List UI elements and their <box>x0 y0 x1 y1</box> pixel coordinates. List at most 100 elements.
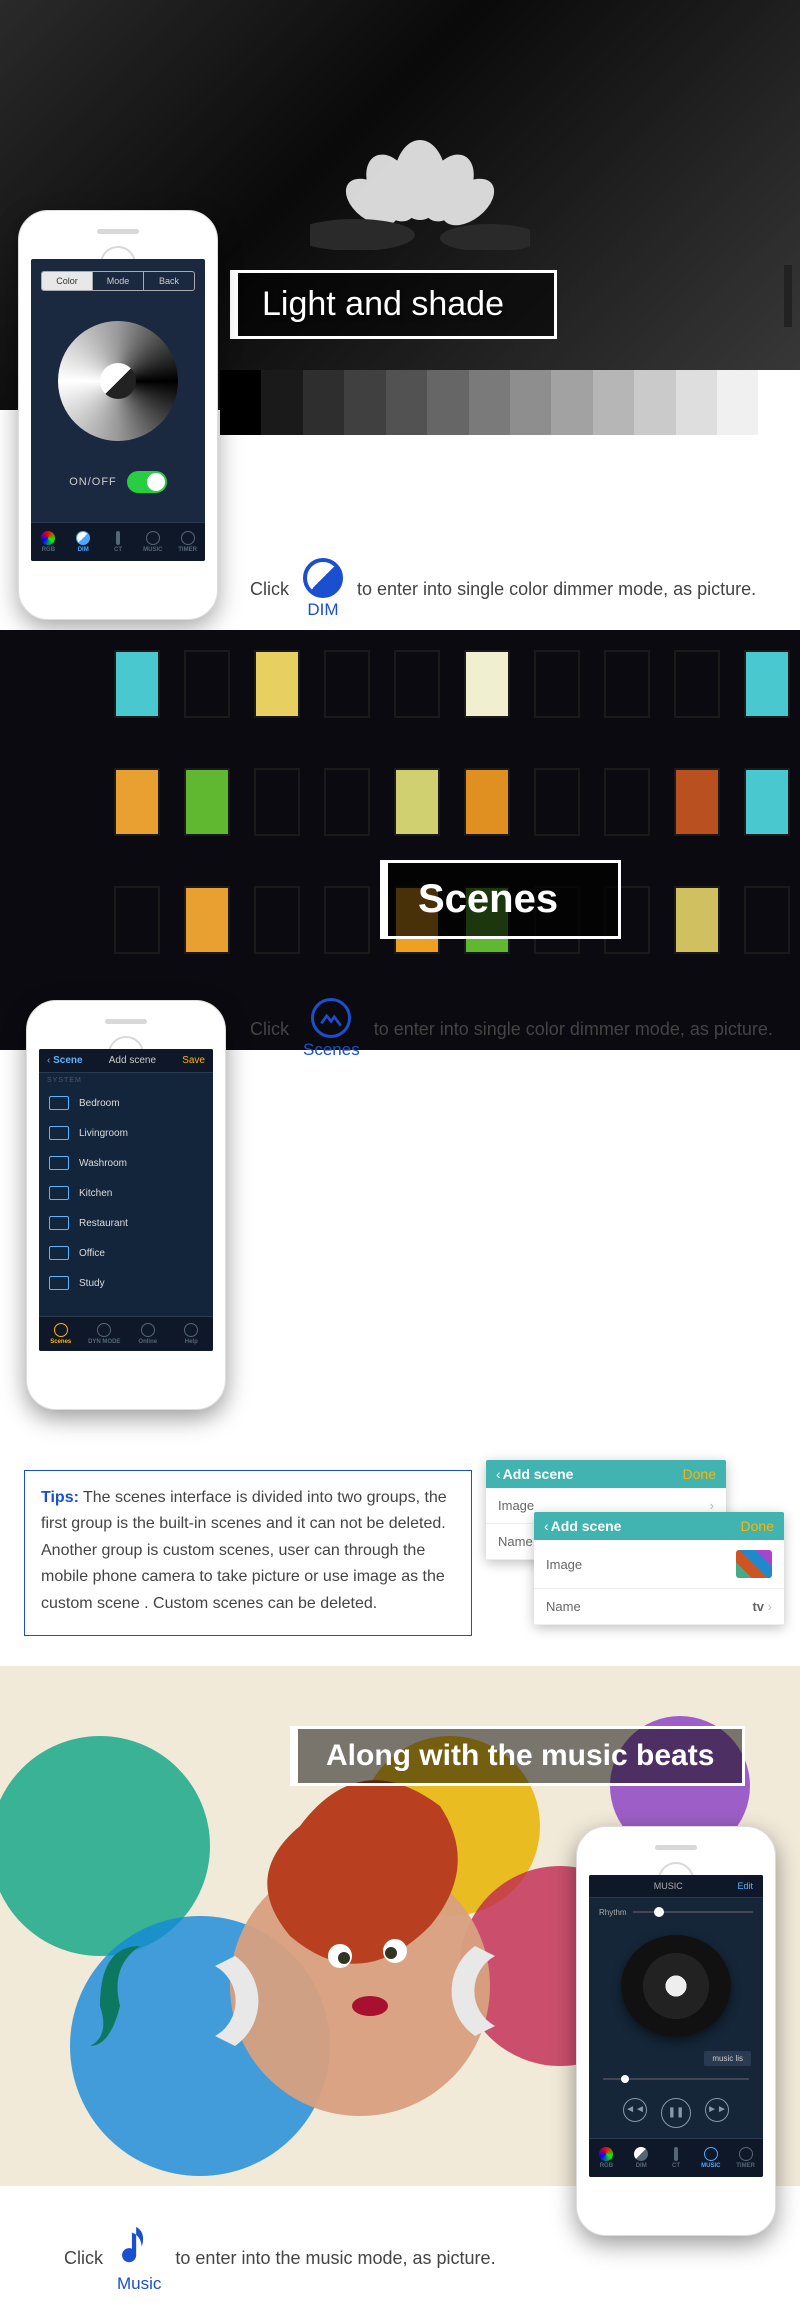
building-window <box>604 768 650 836</box>
nav-music[interactable]: MUSIC <box>135 531 170 553</box>
scene-item[interactable]: Washroom <box>39 1148 213 1178</box>
back-button[interactable]: ‹ Add scene <box>496 1466 573 1482</box>
scene-item-icon <box>49 1186 69 1200</box>
dim-icon <box>303 558 343 598</box>
instruction-scenes: Click Scenes to enter into single color … <box>250 990 800 1068</box>
scene-item-label: Bedroom <box>79 1098 120 1109</box>
tips-box: Tips:The scenes interface is divided int… <box>24 1470 472 1636</box>
power-toggle[interactable] <box>127 471 167 493</box>
section-light-and-shade: Light and shade Color Mode Back ON/OFF R… <box>0 0 800 610</box>
scene-item-label: Kitchen <box>79 1188 112 1199</box>
instruction-text: to enter into single color dimmer mode, … <box>374 1019 773 1040</box>
nav-ct[interactable]: CT <box>101 531 136 553</box>
scenes-icon-label: Scenes <box>303 1040 360 1060</box>
scene-item[interactable]: Livingroom <box>39 1118 213 1148</box>
nav-scenes[interactable]: Scenes <box>39 1323 83 1345</box>
card-header: ‹ Add scene Done <box>486 1460 726 1488</box>
name-row[interactable]: Nametv › <box>534 1589 784 1625</box>
song-tag[interactable]: music lis <box>704 2051 751 2066</box>
dim-click-icon: DIM <box>303 558 343 620</box>
edit-button[interactable]: Edit <box>737 1881 753 1891</box>
lotus-illustration <box>310 80 530 250</box>
scene-item-label: Livingroom <box>79 1128 128 1139</box>
scenes-click-icon: Scenes <box>303 998 360 1060</box>
progress-slider[interactable] <box>603 2078 749 2080</box>
section-scenes: Scenes ‹ Scene Add scene Save SYSTEM Bed… <box>0 630 800 1636</box>
section-music: Along with the music beats MUSIC Edit Rh… <box>0 1666 800 2302</box>
vinyl-record <box>621 1935 731 2037</box>
tab-color[interactable]: Color <box>42 272 93 290</box>
prev-button[interactable]: ◄◄ <box>623 2098 647 2122</box>
scene-item[interactable]: Kitchen <box>39 1178 213 1208</box>
play-pause-button[interactable]: ❚❚ <box>661 2098 691 2128</box>
phone-screen: ‹ Scene Add scene Save SYSTEM Bedroom Liv… <box>39 1049 213 1351</box>
building-window <box>254 768 300 836</box>
scene-item[interactable]: Bedroom <box>39 1088 213 1118</box>
scene-item[interactable]: Office <box>39 1238 213 1268</box>
building-window <box>394 650 440 718</box>
dim-icon-label: DIM <box>307 600 338 620</box>
nav-online[interactable]: Online <box>126 1323 170 1345</box>
tab-back[interactable]: Back <box>144 272 194 290</box>
nav-rgb[interactable]: RGB <box>31 531 66 553</box>
onoff-row: ON/OFF <box>31 471 205 493</box>
building-window <box>534 768 580 836</box>
card-header: ‹ Add scene Done <box>534 1512 784 1540</box>
save-button[interactable]: Save <box>182 1055 205 1066</box>
instruction-dim: Click DIM to enter into single color dim… <box>250 550 756 628</box>
done-button[interactable]: Done <box>683 1466 716 1482</box>
rhythm-slider[interactable] <box>633 1911 753 1913</box>
add-scene-cards: ‹ Add scene Done Image› Name› ‹ Add scen… <box>486 1470 776 1636</box>
category-label: SYSTEM <box>39 1073 213 1088</box>
brightness-wheel[interactable] <box>58 321 178 441</box>
scene-item-icon <box>49 1276 69 1290</box>
building-window <box>184 886 230 954</box>
scene-item[interactable]: Restaurant <box>39 1208 213 1238</box>
building-window <box>744 768 790 836</box>
building-window <box>184 650 230 718</box>
done-button[interactable]: Done <box>741 1518 774 1534</box>
nav-ct[interactable]: CT <box>659 2147 694 2169</box>
building-window <box>114 650 160 718</box>
greyscale-gradient <box>220 370 800 435</box>
tips-row: Tips:The scenes interface is divided int… <box>24 1470 776 1636</box>
rhythm-label: Rhythm <box>599 1908 627 1917</box>
scene-item-label: Washroom <box>79 1158 127 1169</box>
nav-rgb[interactable]: RGB <box>589 2147 624 2169</box>
nav-dynmode[interactable]: DYN MODE <box>83 1323 127 1345</box>
building-window <box>604 650 650 718</box>
nav-timer[interactable]: TIMER <box>170 531 205 553</box>
building-window <box>464 768 510 836</box>
scene-header: ‹ Scene Add scene Save <box>39 1049 213 1073</box>
phone-screen: Color Mode Back ON/OFF RGB DIM CT MUSIC … <box>31 259 205 561</box>
click-text: Click <box>250 1019 289 1040</box>
scene-item[interactable]: Study <box>39 1268 213 1298</box>
section-title: Along with the music beats <box>290 1726 745 1786</box>
scene-item-icon <box>49 1246 69 1260</box>
building-window <box>114 886 160 954</box>
nav-help[interactable]: Help <box>170 1323 214 1345</box>
nav-music[interactable]: MUSIC <box>693 2147 728 2169</box>
building-window <box>674 650 720 718</box>
image-row[interactable]: Image <box>534 1540 784 1589</box>
dim-segmented-control[interactable]: Color Mode Back <box>41 271 195 291</box>
nav-timer[interactable]: TIMER <box>728 2147 763 2169</box>
header-title: MUSIC <box>654 1881 683 1891</box>
back-button[interactable]: ‹ Scene <box>47 1055 83 1066</box>
building-window <box>744 886 790 954</box>
phone-speaker <box>655 1845 697 1850</box>
header-title: Add scene <box>109 1055 156 1066</box>
onoff-label: ON/OFF <box>69 476 117 488</box>
section-title: Scenes <box>380 860 621 939</box>
back-button[interactable]: ‹ Add scene <box>544 1518 621 1534</box>
nav-dim[interactable]: DIM <box>624 2147 659 2169</box>
music-icon-label: Music <box>117 2274 161 2294</box>
building-window <box>674 886 720 954</box>
playback-controls: ◄◄ ❚❚ ►► <box>589 2098 763 2128</box>
phone-mockup-music: MUSIC Edit Rhythm music lis ◄◄ ❚❚ ►► RGB… <box>576 1826 776 2236</box>
next-button[interactable]: ►► <box>705 2098 729 2122</box>
building-window <box>324 650 370 718</box>
nav-dim[interactable]: DIM <box>66 531 101 553</box>
tips-text: The scenes interface is divided into two… <box>41 1489 447 1612</box>
tab-mode[interactable]: Mode <box>93 272 144 290</box>
